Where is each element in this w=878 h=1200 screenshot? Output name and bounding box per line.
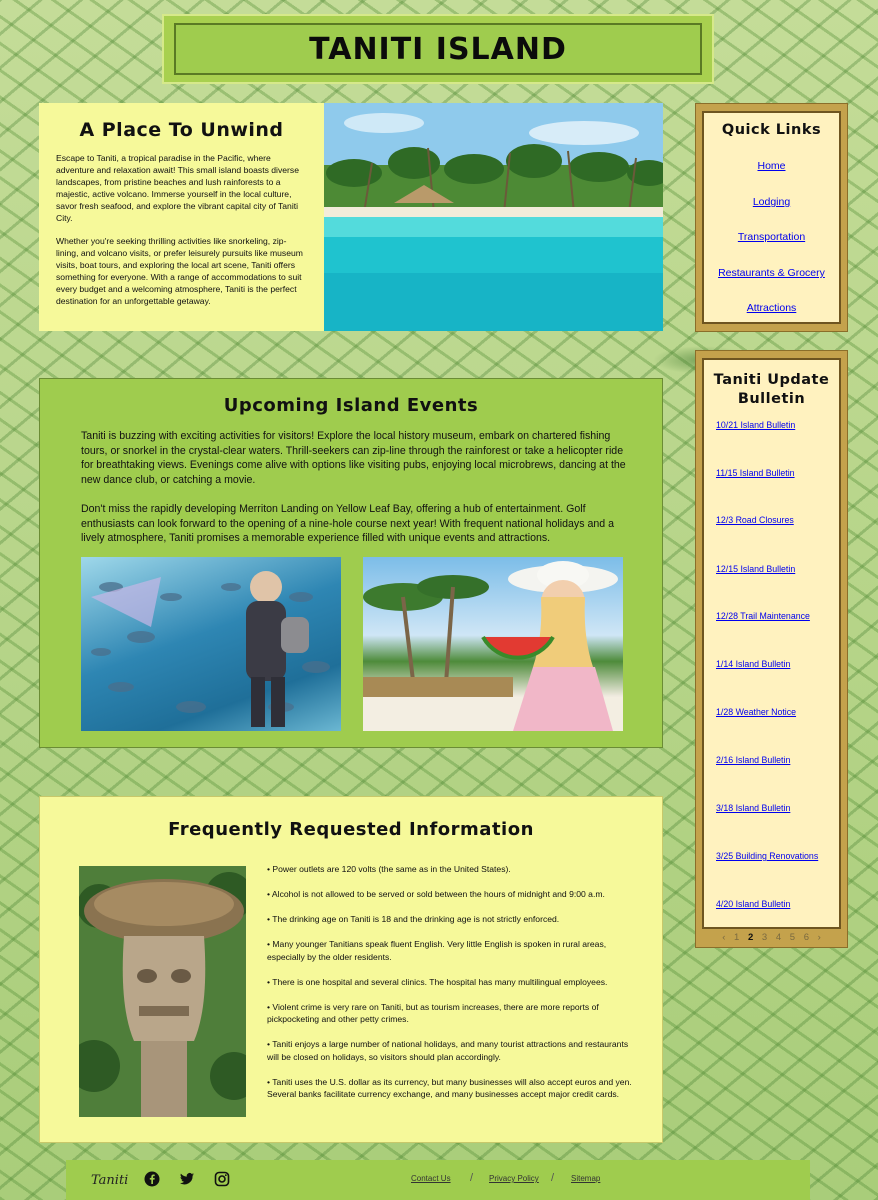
pager-page-3[interactable]: 3 [762,932,767,943]
events-paragraph-1: Taniti is buzzing with exciting activiti… [81,430,626,486]
quick-link-lodging[interactable]: Lodging [704,196,839,208]
quick-links-panel: Quick Links Home Lodging Transportation … [695,103,848,332]
quick-links-inner: Quick Links Home Lodging Transportation … [702,111,841,324]
bulletin-link[interactable]: 2/16 Island Bulletin [716,755,790,765]
bulletin-link[interactable]: 11/15 Island Bulletin [716,468,795,478]
footer-separator: / [551,1172,555,1184]
quick-link-home[interactable]: Home [704,160,839,172]
quick-link-transportation[interactable]: Transportation [704,231,839,243]
faq-item: • Power outlets are 120 volts (the same … [267,864,511,874]
quick-link-restaurants-grocery[interactable]: Restaurants & Grocery [704,267,839,279]
bulletin-link[interactable]: 1/14 Island Bulletin [716,659,790,669]
faq-item: • Violent crime is very rare on Taniti, … [267,1001,599,1025]
quick-link-attractions[interactable]: Attractions [704,302,839,314]
footer-logo[interactable]: Taniti [91,1173,128,1188]
events-paragraph-2: Don't miss the rapidly developing Merrit… [81,503,614,545]
bulletin-link[interactable]: 3/18 Island Bulletin [716,803,790,813]
bulletin-link[interactable]: 1/28 Weather Notice [716,707,796,717]
pager-page-5[interactable]: 5 [790,932,795,943]
faq-item: • There is one hospital and several clin… [267,976,608,987]
pager-page-6[interactable]: 6 [804,932,809,943]
faq-item: • Alcohol is not allowed to be served or… [267,889,605,899]
bulletin-title: Taniti Update Bulletin [713,372,830,407]
bulletin-link[interactable]: 4/20 Island Bulletin [716,899,790,909]
snorkeling-photo [81,557,341,731]
pager-next-icon[interactable]: › [818,932,821,943]
tiki-statue-photo-art [79,866,246,1117]
footer-separator: / [470,1172,474,1184]
faq-item: • Many younger Tanitians speak fluent En… [267,939,607,962]
site-footer: Taniti Contact Us / Privacy Policy / Sit… [66,1160,810,1200]
beach-photo [324,103,663,331]
facebook-icon[interactable] [144,1171,160,1187]
bulletin-link[interactable]: 12/28 Trail Maintenance [716,611,810,621]
tiki-statue-photo [79,866,246,1117]
faq-item: • Taniti enjoys a large number of nation… [267,1039,629,1062]
bulletin-panel: Taniti Update Bulletin 10/21 Island Bull… [695,350,848,948]
pager-prev-icon[interactable]: ‹ [722,932,725,943]
bulletin-link[interactable]: 10/21 Island Bulletin [716,420,795,430]
bulletin-link[interactable]: 12/3 Road Closures [716,515,794,525]
twitter-icon[interactable] [179,1171,195,1187]
faq-item: • The drinking age on Taniti is 18 and t… [267,914,560,924]
events-section: Upcoming Island Events Taniti is buzzing… [39,378,663,748]
footer-link-contact-us[interactable]: Contact Us [411,1174,451,1183]
snorkeling-photo-art [91,571,330,727]
intro-paragraph-2: Whether you're seeking thrilling activit… [56,236,303,306]
intro-paragraph-1: Escape to Taniti, a tropical paradise in… [56,153,299,223]
site-header-inner: TANITI ISLAND [174,23,702,75]
instagram-icon[interactable] [214,1171,230,1187]
bulletin-pager: ‹ 1 2 3 4 5 6 › [696,932,847,943]
faq-item: • Taniti uses the U.S. dollar as its cur… [267,1076,632,1100]
intro-section: A Place To Unwind Escape to Taniti, a tr… [39,103,663,331]
quick-links-title: Quick Links [721,122,822,138]
faq-title: Frequently Requested Information [168,819,534,840]
footer-link-sitemap[interactable]: Sitemap [571,1174,600,1183]
pager-page-2[interactable]: 2 [748,932,753,943]
footer-link-privacy-policy[interactable]: Privacy Policy [489,1174,539,1183]
woman-watermelon-photo [363,557,623,731]
bulletin-link[interactable]: 12/15 Island Bulletin [716,564,795,574]
pager-page-4[interactable]: 4 [776,932,781,943]
bulletin-link[interactable]: 3/25 Building Renovations [716,851,818,861]
intro-title: A Place To Unwind [79,119,284,141]
intro-text: A Place To Unwind Escape to Taniti, a tr… [39,103,324,331]
events-title: Upcoming Island Events [223,395,479,416]
bulletin-inner: Taniti Update Bulletin 10/21 Island Bull… [702,358,841,929]
site-header: TANITI ISLAND [162,14,714,84]
woman-watermelon-photo-art [363,561,623,731]
pager-page-1[interactable]: 1 [734,932,739,943]
beach-photo-art [324,103,663,331]
faq-section: Frequently Requested Information • Power… [39,796,663,1143]
faq-list: • Power outlets are 120 volts (the same … [267,863,639,1101]
site-title: TANITI ISLAND [309,31,567,67]
